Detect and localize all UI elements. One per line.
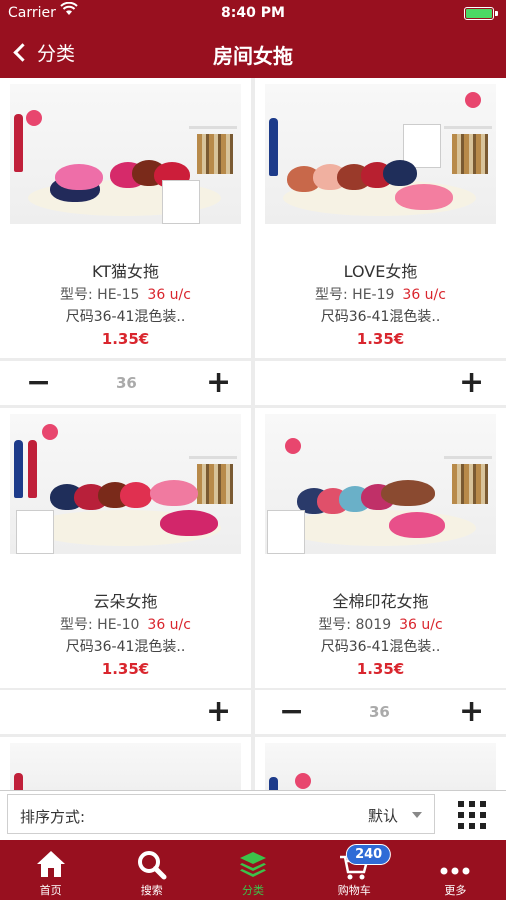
sort-selected-value: 默认 [367,807,398,825]
clock: 8:40 PM [221,5,285,21]
unit-count: 36 u/c [402,287,446,303]
product-model: 型号: HE-15 36 u/c [60,287,191,303]
increase-button[interactable]: + [206,694,231,730]
product-image [265,743,496,790]
product-size: 尺码36-41混色装.. [65,639,186,655]
product-price: 1.35€ [356,660,405,678]
tab-search[interactable]: 搜索 [101,840,202,900]
status-bar: Carrier 8:40 PM [0,0,506,26]
product-name: 全棉印花女拖 [332,592,429,611]
home-icon [36,850,66,882]
cart-badge: 240 [346,844,392,865]
tab-label: 首页 [39,884,62,897]
product-image [10,743,241,790]
unit-count: 36 u/c [147,617,191,633]
product-image [265,414,496,554]
page-title: 房间女拖 [213,44,293,68]
product-image [10,84,241,224]
increase-button[interactable]: + [206,365,231,401]
grid-view-icon[interactable] [458,801,486,829]
quantity-stepper: − 36 + [255,690,506,734]
tab-label: 更多 [444,884,467,897]
decrease-button[interactable]: − [26,365,51,401]
product-card[interactable]: 全棉印花女拖 型号: 8019 36 u/c 尺码36-41混色装.. 1.35€ [255,408,506,688]
product-image [10,414,241,554]
tab-label: 购物车 [337,884,371,897]
product-price: 1.35€ [101,660,150,678]
product-size: 尺码36-41混色装.. [320,639,441,655]
sort-dropdown[interactable]: 排序方式: 默认 [7,794,435,834]
tab-label: 搜索 [140,884,163,897]
product-image [265,84,496,224]
navigation-bar: 分类 房间女拖 [0,26,506,78]
product-grid: KT猫女拖 型号: HE-15 36 u/c 尺码36-41混色装.. 1.35€… [0,78,506,790]
increase-button[interactable]: + [459,365,484,401]
unit-count: 36 u/c [147,287,191,303]
decrease-button[interactable]: − [279,694,304,730]
tab-cart[interactable]: 240 购物车 [304,840,405,900]
sort-label: 排序方式: [20,808,86,826]
layers-icon [238,850,268,884]
product-card[interactable]: LOVE女拖 型号: HE-19 36 u/c 尺码36-41混色装.. 1.35… [255,78,506,358]
search-icon [137,850,167,884]
tab-home[interactable]: 首页 [0,840,101,900]
product-name: 云朵女拖 [93,592,158,611]
product-size: 尺码36-41混色装.. [320,309,441,325]
product-model: 型号: HE-19 36 u/c [315,287,446,303]
quantity-stepper: − 36 + [0,361,251,405]
product-price: 1.35€ [356,330,405,348]
product-model: 型号: 8019 36 u/c [318,617,443,633]
product-model: 型号: HE-10 36 u/c [60,617,191,633]
product-price: 1.35€ [101,330,150,348]
tab-category[interactable]: 分类 [202,840,303,900]
tab-bar: 首页 搜索 分类 240 购物车 更多 [0,840,506,900]
quantity-value: 36 [369,703,390,721]
product-card[interactable] [255,737,506,790]
product-name: LOVE女拖 [343,262,418,281]
product-name: KT猫女拖 [91,262,160,281]
more-icon [440,860,470,879]
unit-count: 36 u/c [399,617,443,633]
quantity-value: 36 [116,374,137,392]
tab-more[interactable]: 更多 [405,840,506,900]
battery-icon [464,7,494,20]
quantity-stepper: + [0,690,251,734]
product-size: 尺码36-41混色装.. [65,309,186,325]
product-card[interactable]: 云朵女拖 型号: HE-10 36 u/c 尺码36-41混色装.. 1.35€ [0,408,251,688]
tab-label: 分类 [242,884,264,897]
battery-tip [495,11,498,16]
quantity-stepper: + [255,361,506,405]
product-card[interactable]: KT猫女拖 型号: HE-15 36 u/c 尺码36-41混色装.. 1.35€ [0,78,251,358]
product-card[interactable] [0,737,251,790]
sort-bar: 排序方式: 默认 [0,790,506,840]
increase-button[interactable]: + [459,694,484,730]
caret-down-icon [412,812,422,818]
